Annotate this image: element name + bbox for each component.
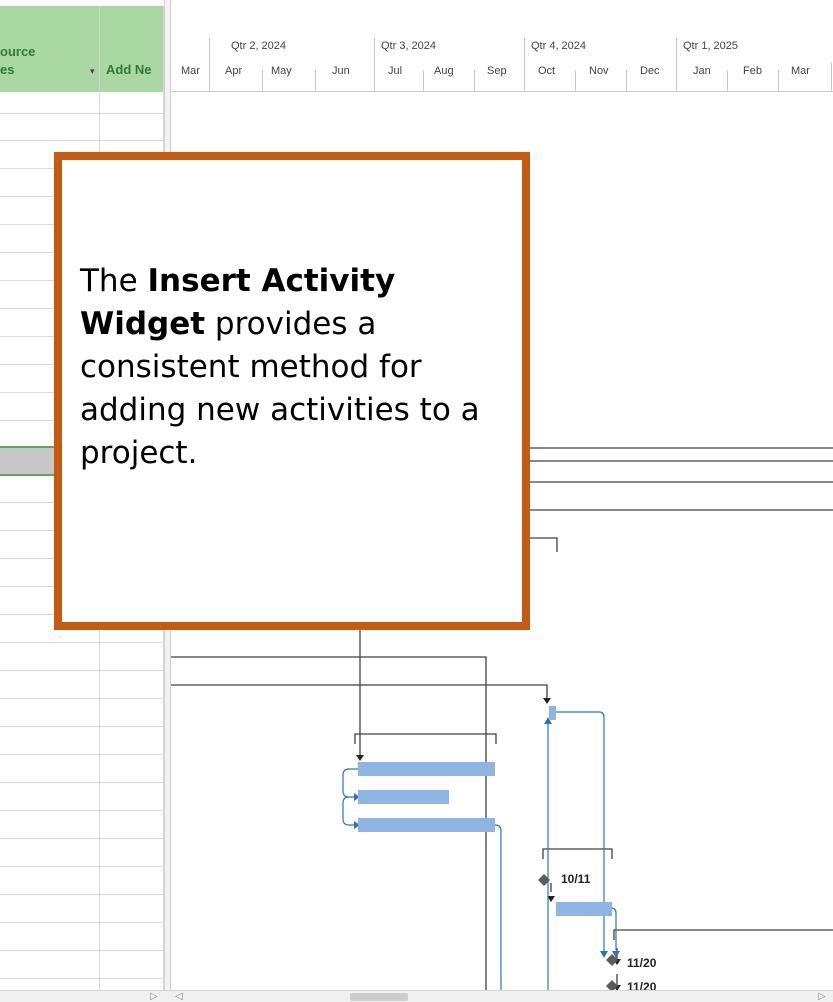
month-label: May: [271, 65, 292, 77]
month-label: Apr: [225, 65, 243, 77]
add-new-column-label: Add Ne: [106, 62, 152, 77]
add-new-column-header[interactable]: Add Ne: [100, 6, 164, 92]
summary-bracket: [354, 733, 497, 744]
month-label: Dec: [640, 65, 660, 77]
callout-box: The Insert Activity Widget provides a co…: [54, 152, 530, 630]
summary-bracket: [542, 848, 613, 859]
resource-names-header-line1: ource: [0, 44, 36, 59]
arrowhead: [543, 698, 551, 704]
link-line: [342, 768, 358, 798]
month-label: Sep: [487, 65, 507, 77]
month-label: Mar: [791, 65, 810, 77]
month-label: Aug: [434, 65, 454, 77]
scroll-right-arrow-icon[interactable]: ▷: [818, 991, 826, 1002]
month-label: Nov: [589, 65, 609, 77]
month-label: Jun: [332, 65, 350, 77]
arrowhead: [356, 755, 364, 761]
resource-names-header-line2: es: [0, 62, 15, 77]
quarter-label: Qtr 1, 2025: [683, 40, 739, 52]
quarter-label: Qtr 3, 2024: [381, 40, 437, 52]
callout-text-pre: The: [80, 263, 148, 299]
task-bar: [358, 818, 495, 832]
month-label: Oct: [538, 65, 556, 77]
link-line: [342, 796, 355, 826]
task-bar: [556, 902, 612, 916]
month-label: Mar: [181, 65, 200, 77]
dependency-line: [171, 684, 548, 698]
quarter-label: Qtr 4, 2024: [531, 40, 587, 52]
quarter-label: Qtr 2, 2024: [231, 40, 287, 52]
link-line: [551, 711, 605, 954]
milestone-date-label: 11/20: [627, 956, 657, 970]
arrowhead: [600, 951, 608, 958]
callout-text: The Insert Activity Widget provides a co…: [80, 260, 520, 475]
column-dropdown-icon[interactable]: ▾: [90, 66, 95, 77]
timescale-header: Qtr 2, 2024 Qtr 3, 2024 Qtr 4, 2024 Qtr …: [171, 0, 833, 92]
summary-bracket: [613, 929, 833, 940]
month-label: Jan: [693, 65, 711, 77]
task-bar: [549, 706, 556, 720]
task-bar: [358, 762, 495, 776]
month-label: Feb: [743, 65, 762, 77]
scroll-left-arrow-icon[interactable]: ◁: [175, 991, 183, 1002]
link-line: [494, 824, 502, 1002]
scroll-thumb[interactable]: [350, 993, 408, 1001]
horizontal-scrollbar[interactable]: ▷ ◁ ▷: [0, 990, 833, 1002]
scroll-right-arrow-icon[interactable]: ▷: [150, 991, 158, 1002]
resource-names-column-header[interactable]: ource es ▾: [0, 6, 100, 92]
task-bar: [358, 790, 449, 804]
month-label: Jul: [388, 65, 403, 77]
milestone-date-label: 10/11: [561, 872, 591, 886]
